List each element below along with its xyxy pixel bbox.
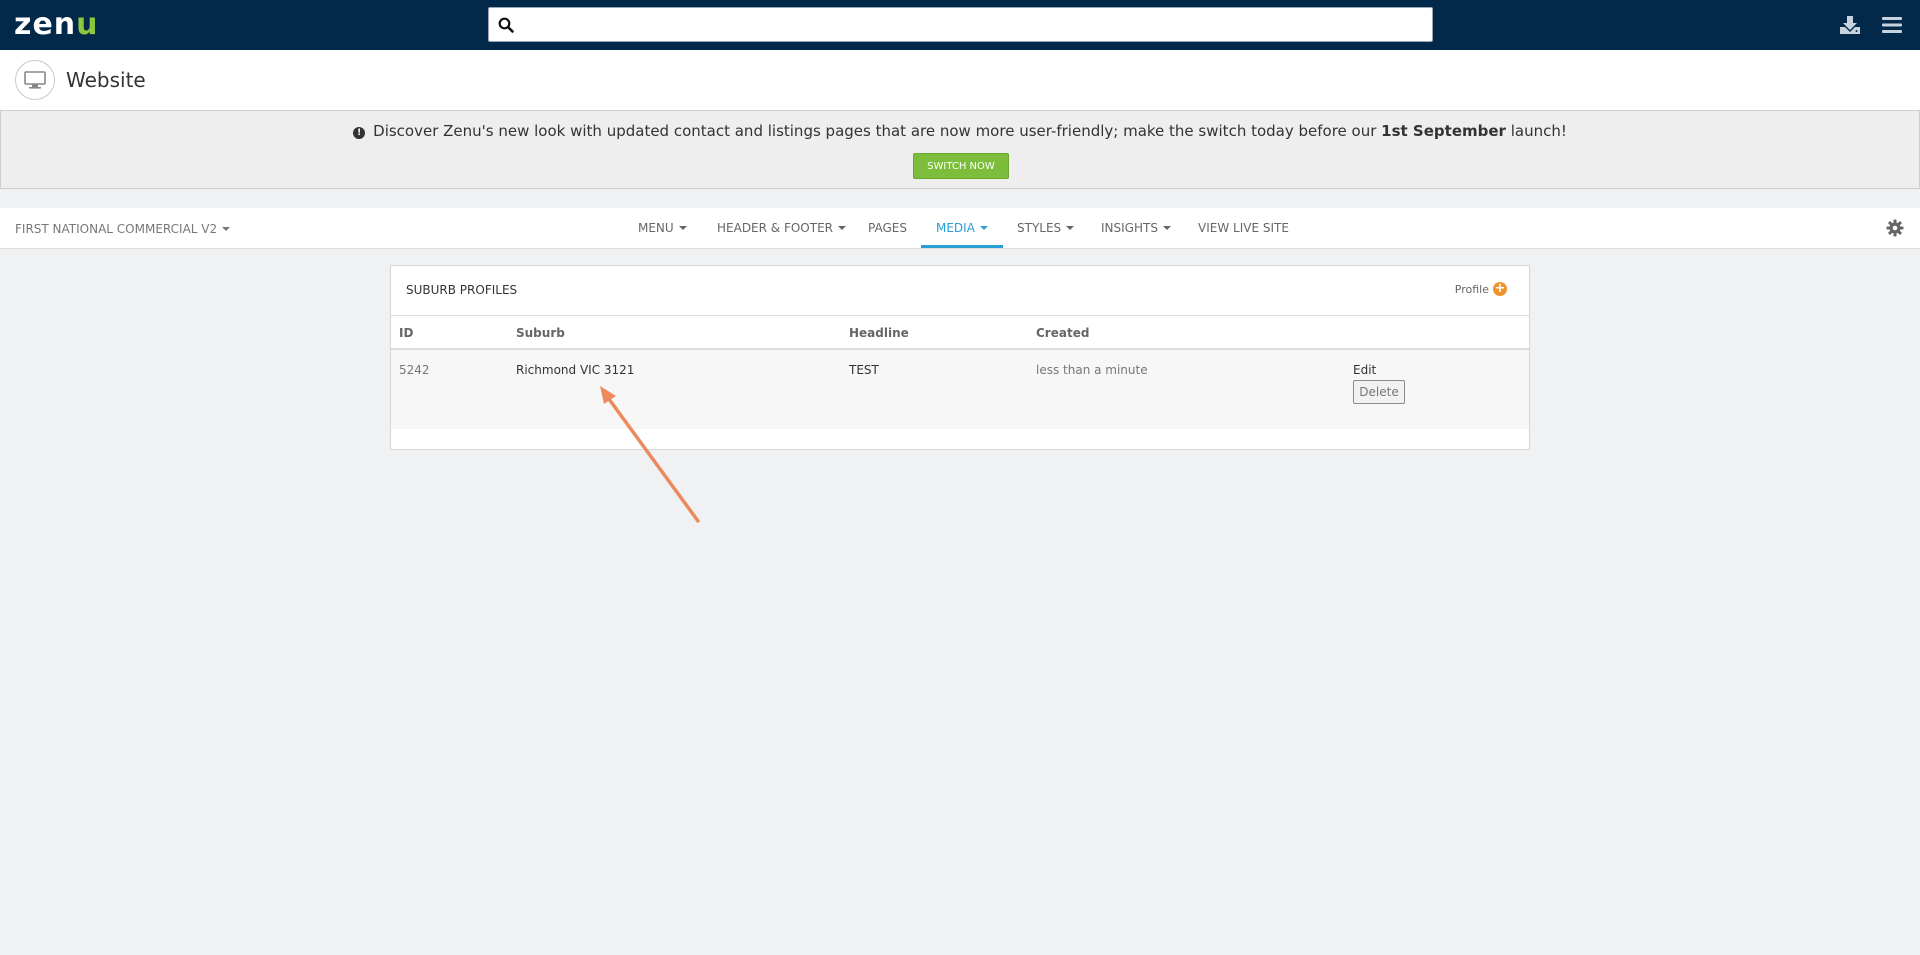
chevron-down-icon (222, 227, 231, 231)
top-bar: zen u (0, 0, 1920, 50)
table-row: 5242 Richmond VIC 3121 TEST less than a … (391, 350, 1529, 429)
announcement-banner: ! Discover Zenu's new look with updated c… (0, 110, 1920, 189)
download-icon[interactable] (1838, 14, 1862, 36)
switch-now-button[interactable]: Switch Now (913, 153, 1009, 179)
tab-styles[interactable]: Styles (1017, 208, 1075, 248)
cell-headline: TEST (849, 363, 879, 377)
global-search (488, 7, 1433, 42)
add-profile-label: Profile (1454, 282, 1489, 296)
cell-id: 5242 (399, 363, 430, 377)
website-nav-bar: First National Commercial V2 Menu Header… (0, 208, 1920, 249)
tab-label: View Live Site (1198, 221, 1289, 235)
announcement-text-after: launch! (1505, 122, 1567, 140)
chevron-down-icon (1066, 226, 1075, 230)
tab-label: Media (936, 221, 975, 235)
tab-label: Menu (638, 221, 674, 235)
column-header-suburb: Suburb (516, 326, 565, 340)
chevron-down-icon (1162, 226, 1171, 230)
cell-created: less than a minute (1036, 363, 1148, 377)
tab-label: Insights (1101, 221, 1158, 235)
add-profile-button[interactable]: Profile + (1455, 282, 1507, 296)
tab-pages[interactable]: Pages (868, 208, 907, 248)
announcement-text: ! Discover Zenu's new look with updated c… (1, 122, 1919, 140)
site-selector-dropdown[interactable]: First National Commercial V2 (15, 222, 231, 236)
zenu-logo[interactable]: zen u (14, 7, 99, 42)
column-header-id: ID (399, 326, 414, 340)
info-icon: ! (353, 127, 366, 139)
tab-insights[interactable]: Insights (1101, 208, 1171, 248)
tab-label: Styles (1017, 221, 1062, 235)
tab-label: Pages (868, 221, 907, 235)
logo-text-white: zen (14, 7, 77, 42)
plus-circle-icon: + (1493, 281, 1507, 296)
site-selector-label: First National Commercial V2 (15, 222, 218, 236)
chevron-down-icon (838, 226, 847, 230)
tab-view-live-site[interactable]: View Live Site (1198, 208, 1289, 248)
suburb-profiles-panel: Suburb Profiles Profile + ID Suburb Headl… (390, 265, 1530, 450)
tab-media[interactable]: Media (921, 208, 1003, 248)
cell-suburb: Richmond VIC 3121 (516, 363, 635, 377)
search-input[interactable] (523, 9, 1432, 40)
edit-link[interactable]: Edit (1353, 363, 1376, 377)
logo-text-green: u (76, 7, 99, 42)
announcement-date: 1st September (1381, 122, 1506, 140)
tab-menu[interactable]: Menu (638, 208, 687, 248)
table-header: ID Suburb Headline Created (391, 315, 1529, 350)
hamburger-menu-icon[interactable] (1880, 14, 1904, 36)
column-header-created: Created (1036, 326, 1090, 340)
announcement-text-before: Discover Zenu's new look with updated co… (373, 122, 1382, 140)
search-icon (489, 8, 523, 41)
page-title: Website (66, 68, 146, 92)
column-header-headline: Headline (849, 326, 909, 340)
delete-button[interactable]: Delete (1353, 380, 1405, 404)
monitor-icon (15, 60, 55, 100)
gear-icon[interactable] (1886, 219, 1904, 237)
tab-label: Header & Footer (717, 221, 834, 235)
chevron-down-icon (979, 226, 988, 230)
page-header: Website (0, 50, 1920, 110)
tab-header-footer[interactable]: Header & Footer (717, 208, 847, 248)
panel-title: Suburb Profiles (406, 283, 518, 297)
chevron-down-icon (678, 226, 687, 230)
